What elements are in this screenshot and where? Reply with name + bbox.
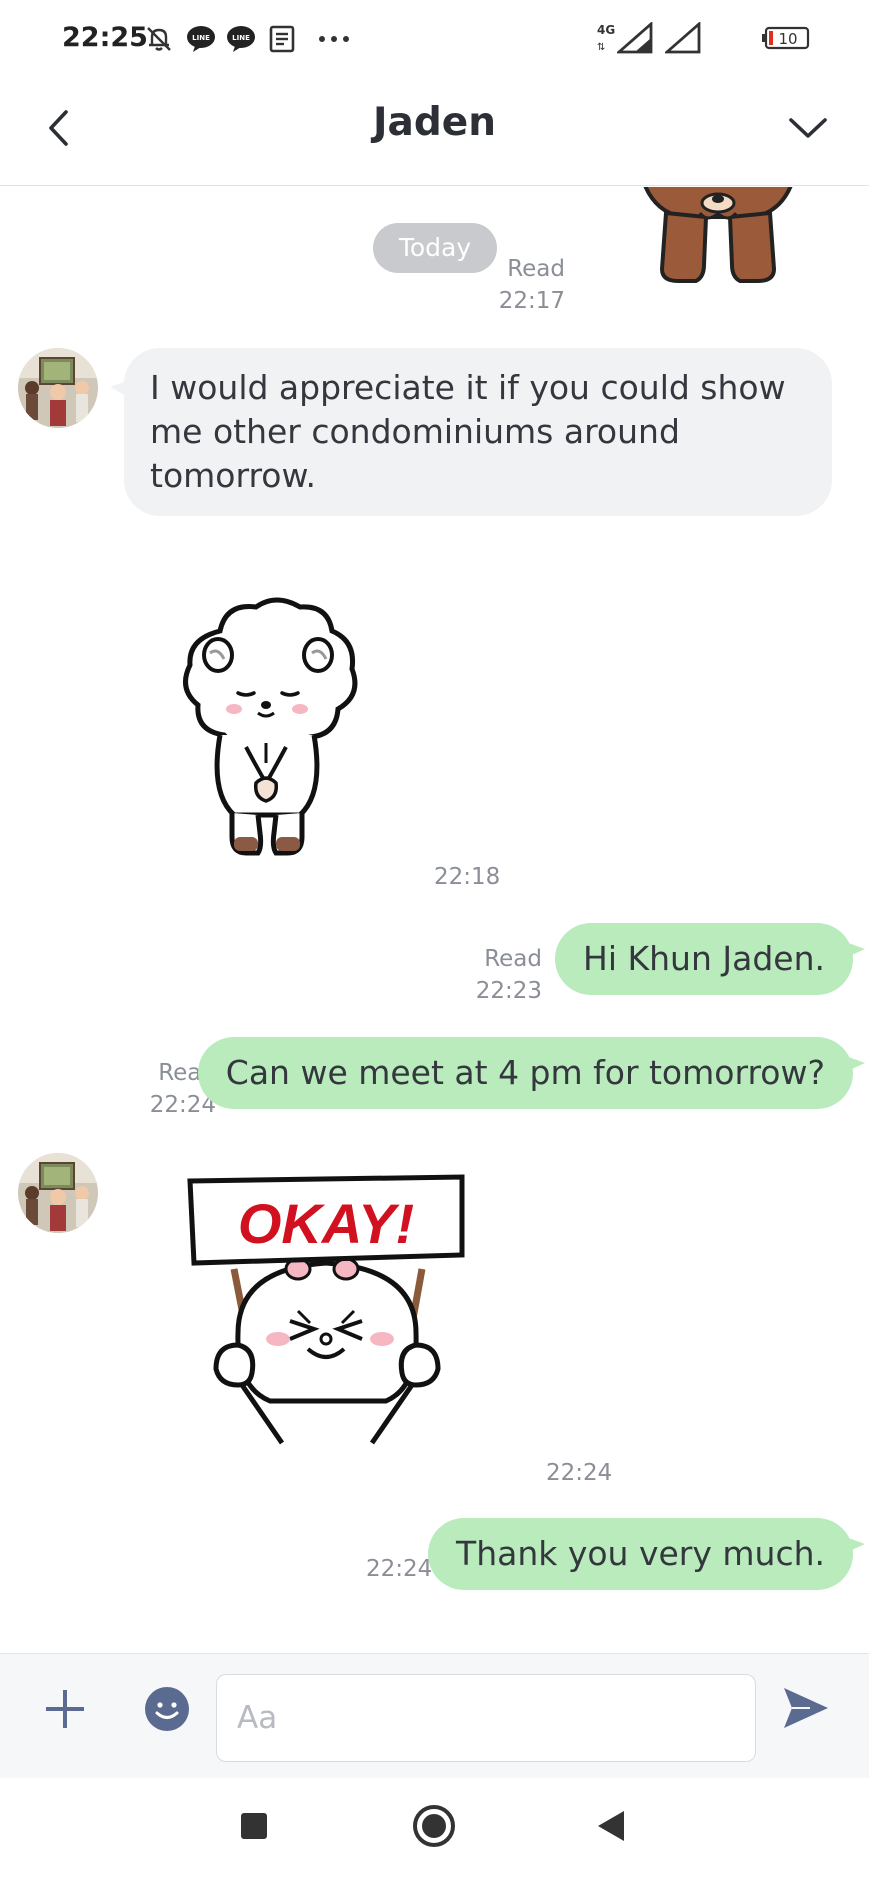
home-button[interactable] [410, 1802, 458, 1850]
battery-level: 10 [778, 30, 797, 48]
message-composer [0, 1653, 869, 1778]
chat-area[interactable]: Today Read 22:17 I would appreciate it i… [0, 187, 869, 1653]
chat-header: Jaden [0, 78, 869, 186]
plus-icon[interactable] [38, 1682, 92, 1736]
avatar-image [18, 1153, 98, 1233]
brown-bear-bow-sticker[interactable] [638, 187, 798, 287]
line-icon: LINE [187, 26, 215, 52]
send-icon[interactable] [780, 1682, 832, 1734]
status-bar: 22:25 LINE LINE 4G ⇅ 10 [0, 0, 869, 78]
system-nav-bar [0, 1778, 869, 1883]
news-icon [269, 25, 295, 53]
avatar[interactable] [18, 1153, 98, 1233]
bubble-tail [843, 941, 865, 959]
read-receipt: Read [507, 256, 565, 282]
date-divider: Today [373, 223, 497, 273]
message-time: 22:17 [498, 288, 565, 314]
outgoing-message-bubble[interactable]: Hi Khun Jaden. [555, 923, 853, 995]
more-dots-icon [319, 36, 349, 42]
message-time: 22:23 [475, 978, 542, 1004]
chevron-down-icon [789, 118, 827, 138]
svg-text:LINE: LINE [232, 34, 250, 42]
message-time: 22:24 [546, 1460, 613, 1486]
svg-text:⇅: ⇅ [597, 42, 605, 53]
mute-icon [147, 27, 171, 51]
chat-title: Jaden [373, 100, 496, 145]
read-receipt: Read [484, 946, 542, 972]
message-time: 22:24 [366, 1556, 433, 1582]
battery-icon: 10 [762, 26, 810, 50]
emoji-icon[interactable] [142, 1684, 192, 1734]
message-time: 22:18 [434, 864, 501, 890]
okay-sign-sticker[interactable]: OKAY! [186, 1173, 468, 1459]
outgoing-message-bubble[interactable]: Can we meet at 4 pm for tomorrow? [197, 1037, 853, 1109]
status-time: 22:25 [62, 22, 148, 53]
white-sheep-bow-sticker[interactable] [180, 597, 362, 859]
signal-icon [617, 22, 653, 54]
bubble-tail [843, 1055, 865, 1073]
network-label: 4G [597, 23, 615, 37]
svg-text:LINE: LINE [192, 34, 210, 42]
outgoing-message-bubble[interactable]: Thank you very much. [428, 1518, 853, 1590]
avatar-image [18, 348, 98, 428]
message-input[interactable] [216, 1674, 756, 1762]
back-nav-button[interactable] [594, 1808, 628, 1844]
signal-icon [665, 22, 701, 54]
incoming-message-bubble[interactable]: I would appreciate it if you could show … [124, 348, 832, 516]
network-type-icon: 4G ⇅ [597, 23, 615, 53]
line-icon: LINE [227, 26, 255, 52]
bubble-tail [843, 1536, 865, 1554]
avatar[interactable] [18, 348, 98, 428]
chat-menu-button[interactable] [779, 100, 839, 160]
recent-apps-button[interactable] [238, 1810, 270, 1842]
sticker-text: OKAY! [238, 1192, 414, 1255]
